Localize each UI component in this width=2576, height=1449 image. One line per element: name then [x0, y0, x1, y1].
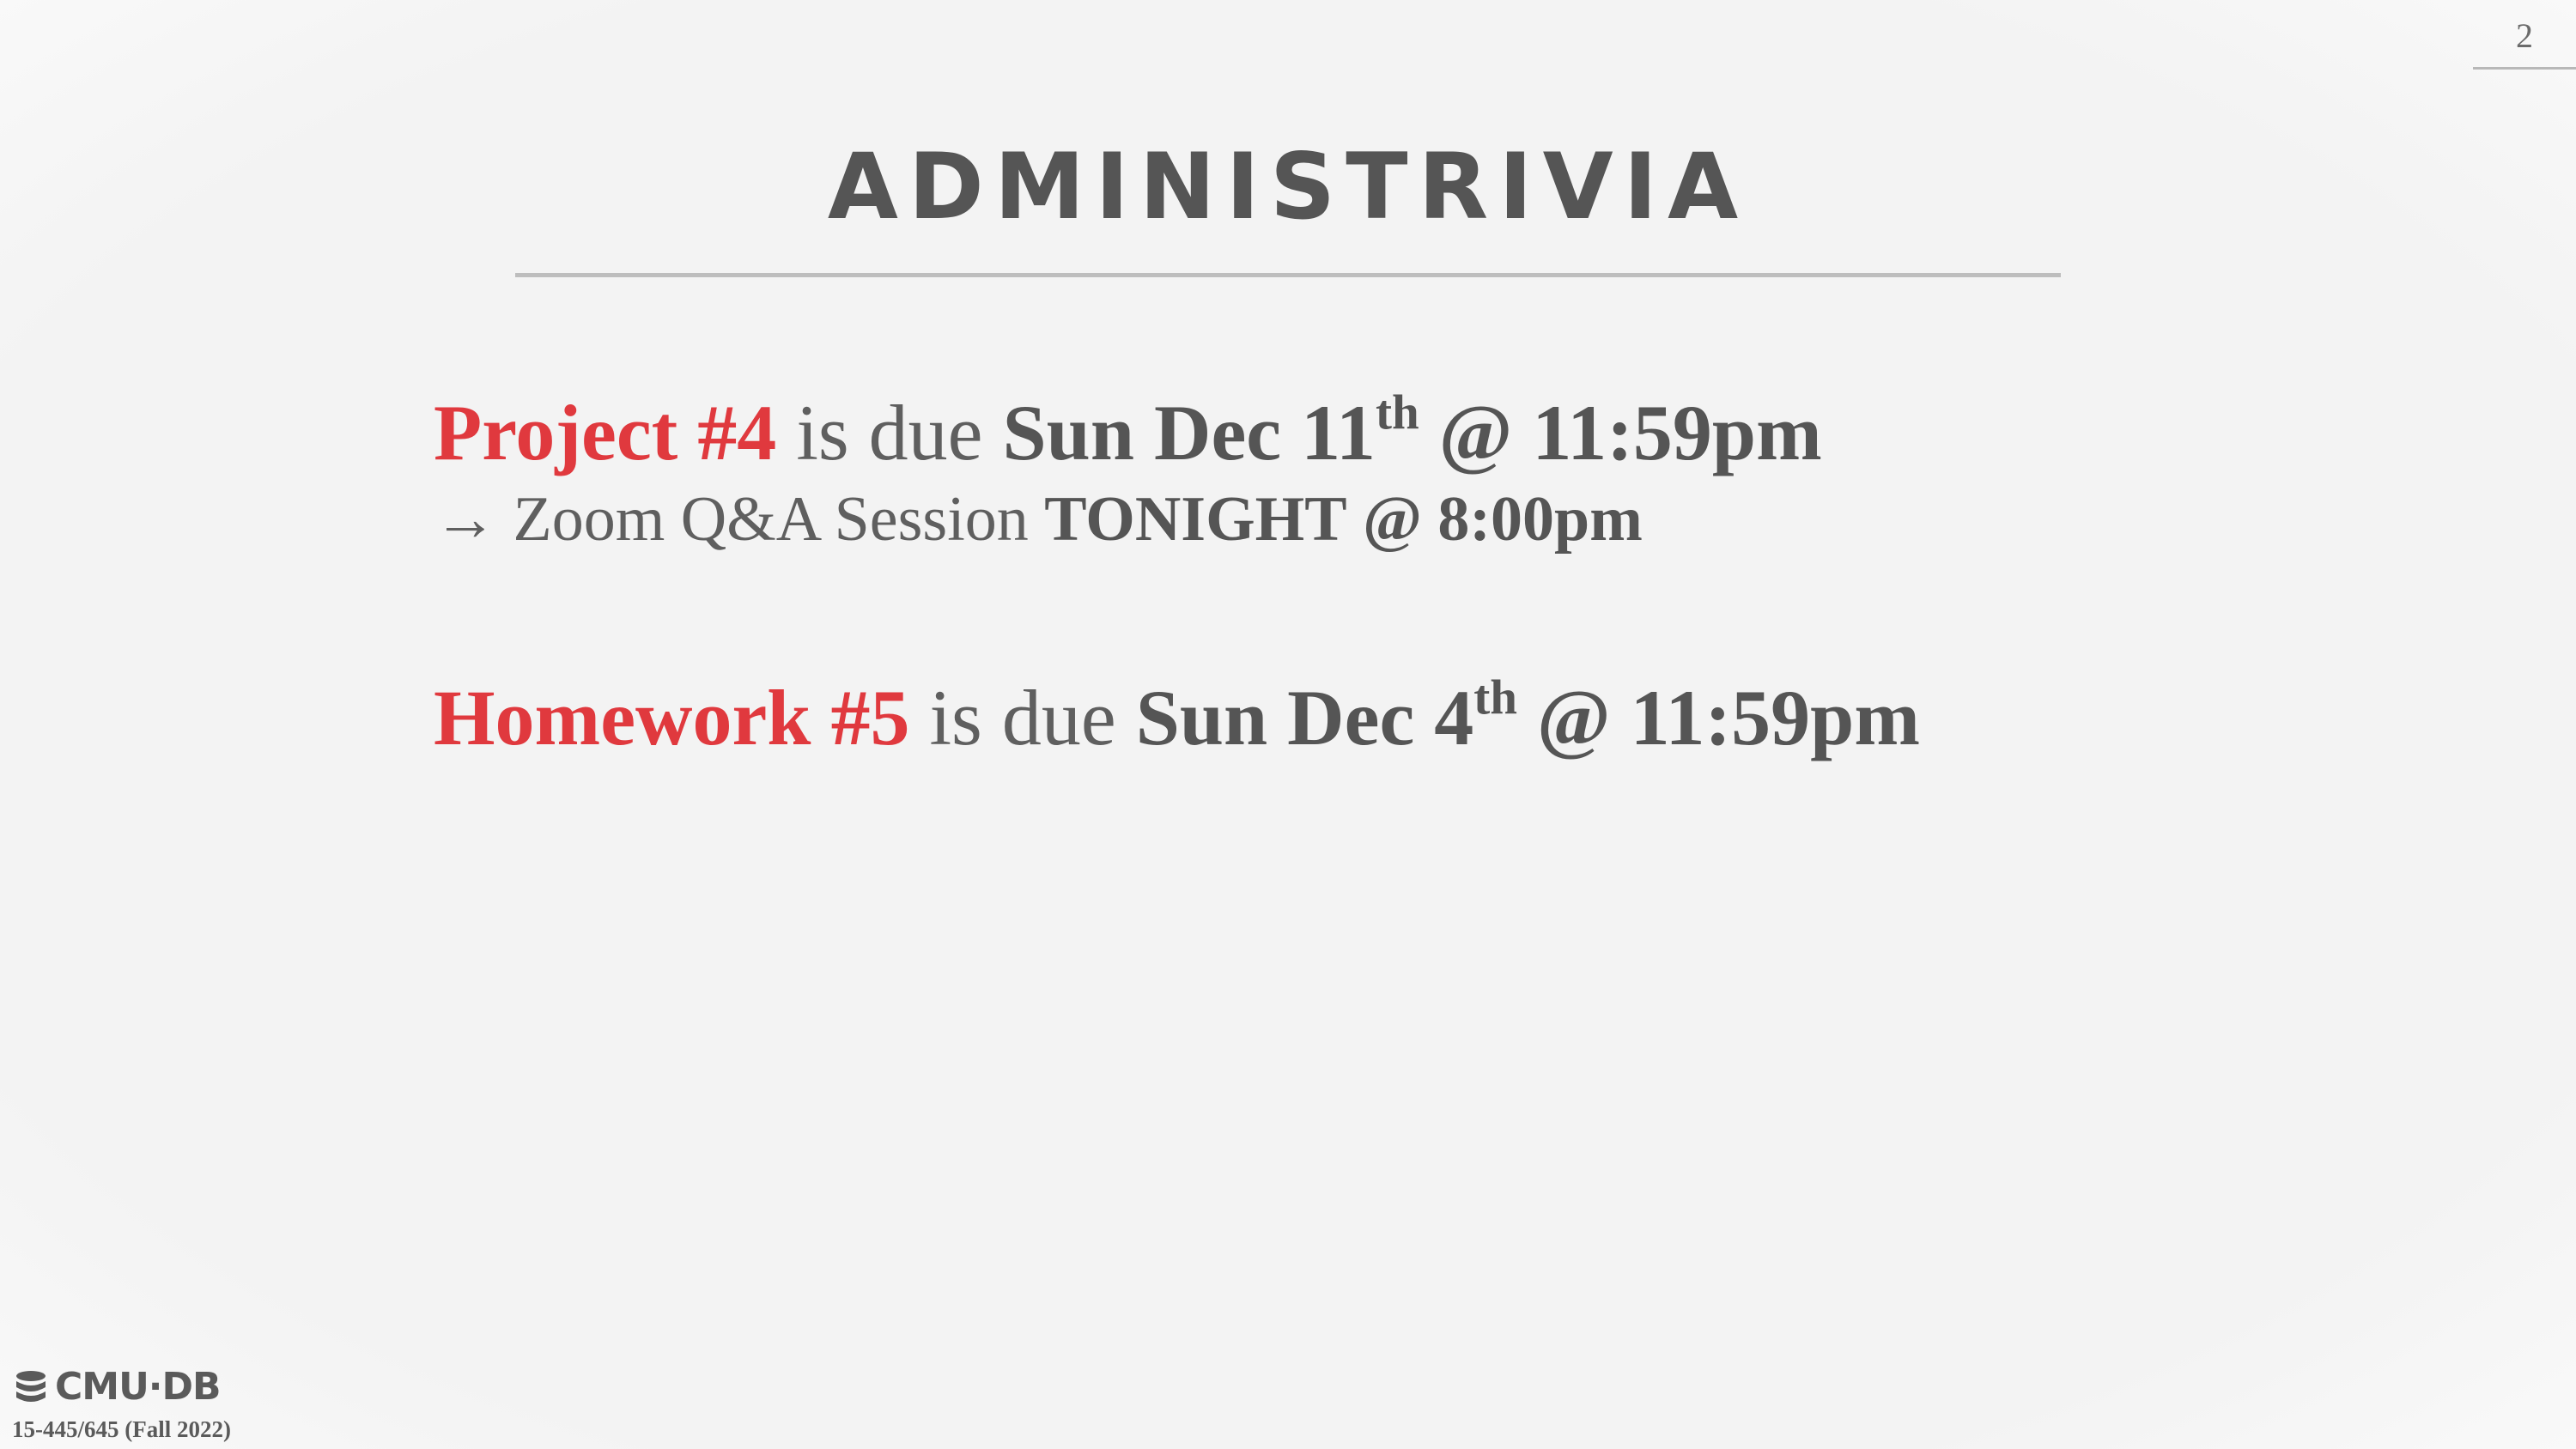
project-label: Project #4: [434, 389, 777, 476]
project-date-suffix: th: [1376, 385, 1419, 440]
logo-text: CMU·DB: [55, 1365, 222, 1409]
title-divider: [515, 273, 2061, 277]
project-due-date: Sun Dec 11th: [1003, 389, 1419, 476]
project-connector: is due: [796, 389, 983, 476]
item-project: Project #4 is due Sun Dec 11th @ 11:59pm: [434, 389, 1822, 472]
homework-date-suffix: th: [1473, 670, 1518, 725]
course-code: 15-445/645 (Fall 2022): [12, 1416, 231, 1442]
homework-due-date: Sun Dec 4th: [1136, 674, 1517, 761]
arrow-icon: →: [434, 484, 497, 555]
homework-label: Homework #5: [434, 674, 910, 761]
zoom-session-tonight: TONIGHT: [1044, 484, 1347, 555]
cmu-db-logo: CMU·DB: [12, 1365, 222, 1409]
homework-date-text: Sun Dec 4: [1135, 674, 1474, 761]
zoom-session-text: Zoom Q&A Session: [513, 484, 1029, 555]
zoom-session-time: @ 8:00pm: [1363, 484, 1643, 555]
homework-connector: is due: [929, 674, 1116, 761]
project-due-time: @ 11:59pm: [1438, 389, 1822, 476]
database-icon: [16, 1370, 46, 1402]
slide: 2 ADMINISTRIVIA Project #4 is due Sun De…: [0, 0, 2576, 1449]
page-number: 2: [2516, 16, 2533, 55]
homework-due-time: @ 11:59pm: [1537, 674, 1920, 761]
page-number-rule: [2473, 67, 2576, 70]
item-homework: Homework #5 is due Sun Dec 4th @ 11:59pm: [434, 674, 1920, 757]
sub-item-zoom: → Zoom Q&A Session TONIGHT @ 8:00pm: [434, 488, 1643, 551]
slide-title: ADMINISTRIVIA: [827, 134, 1749, 239]
project-date-text: Sun Dec 11: [1002, 389, 1376, 476]
